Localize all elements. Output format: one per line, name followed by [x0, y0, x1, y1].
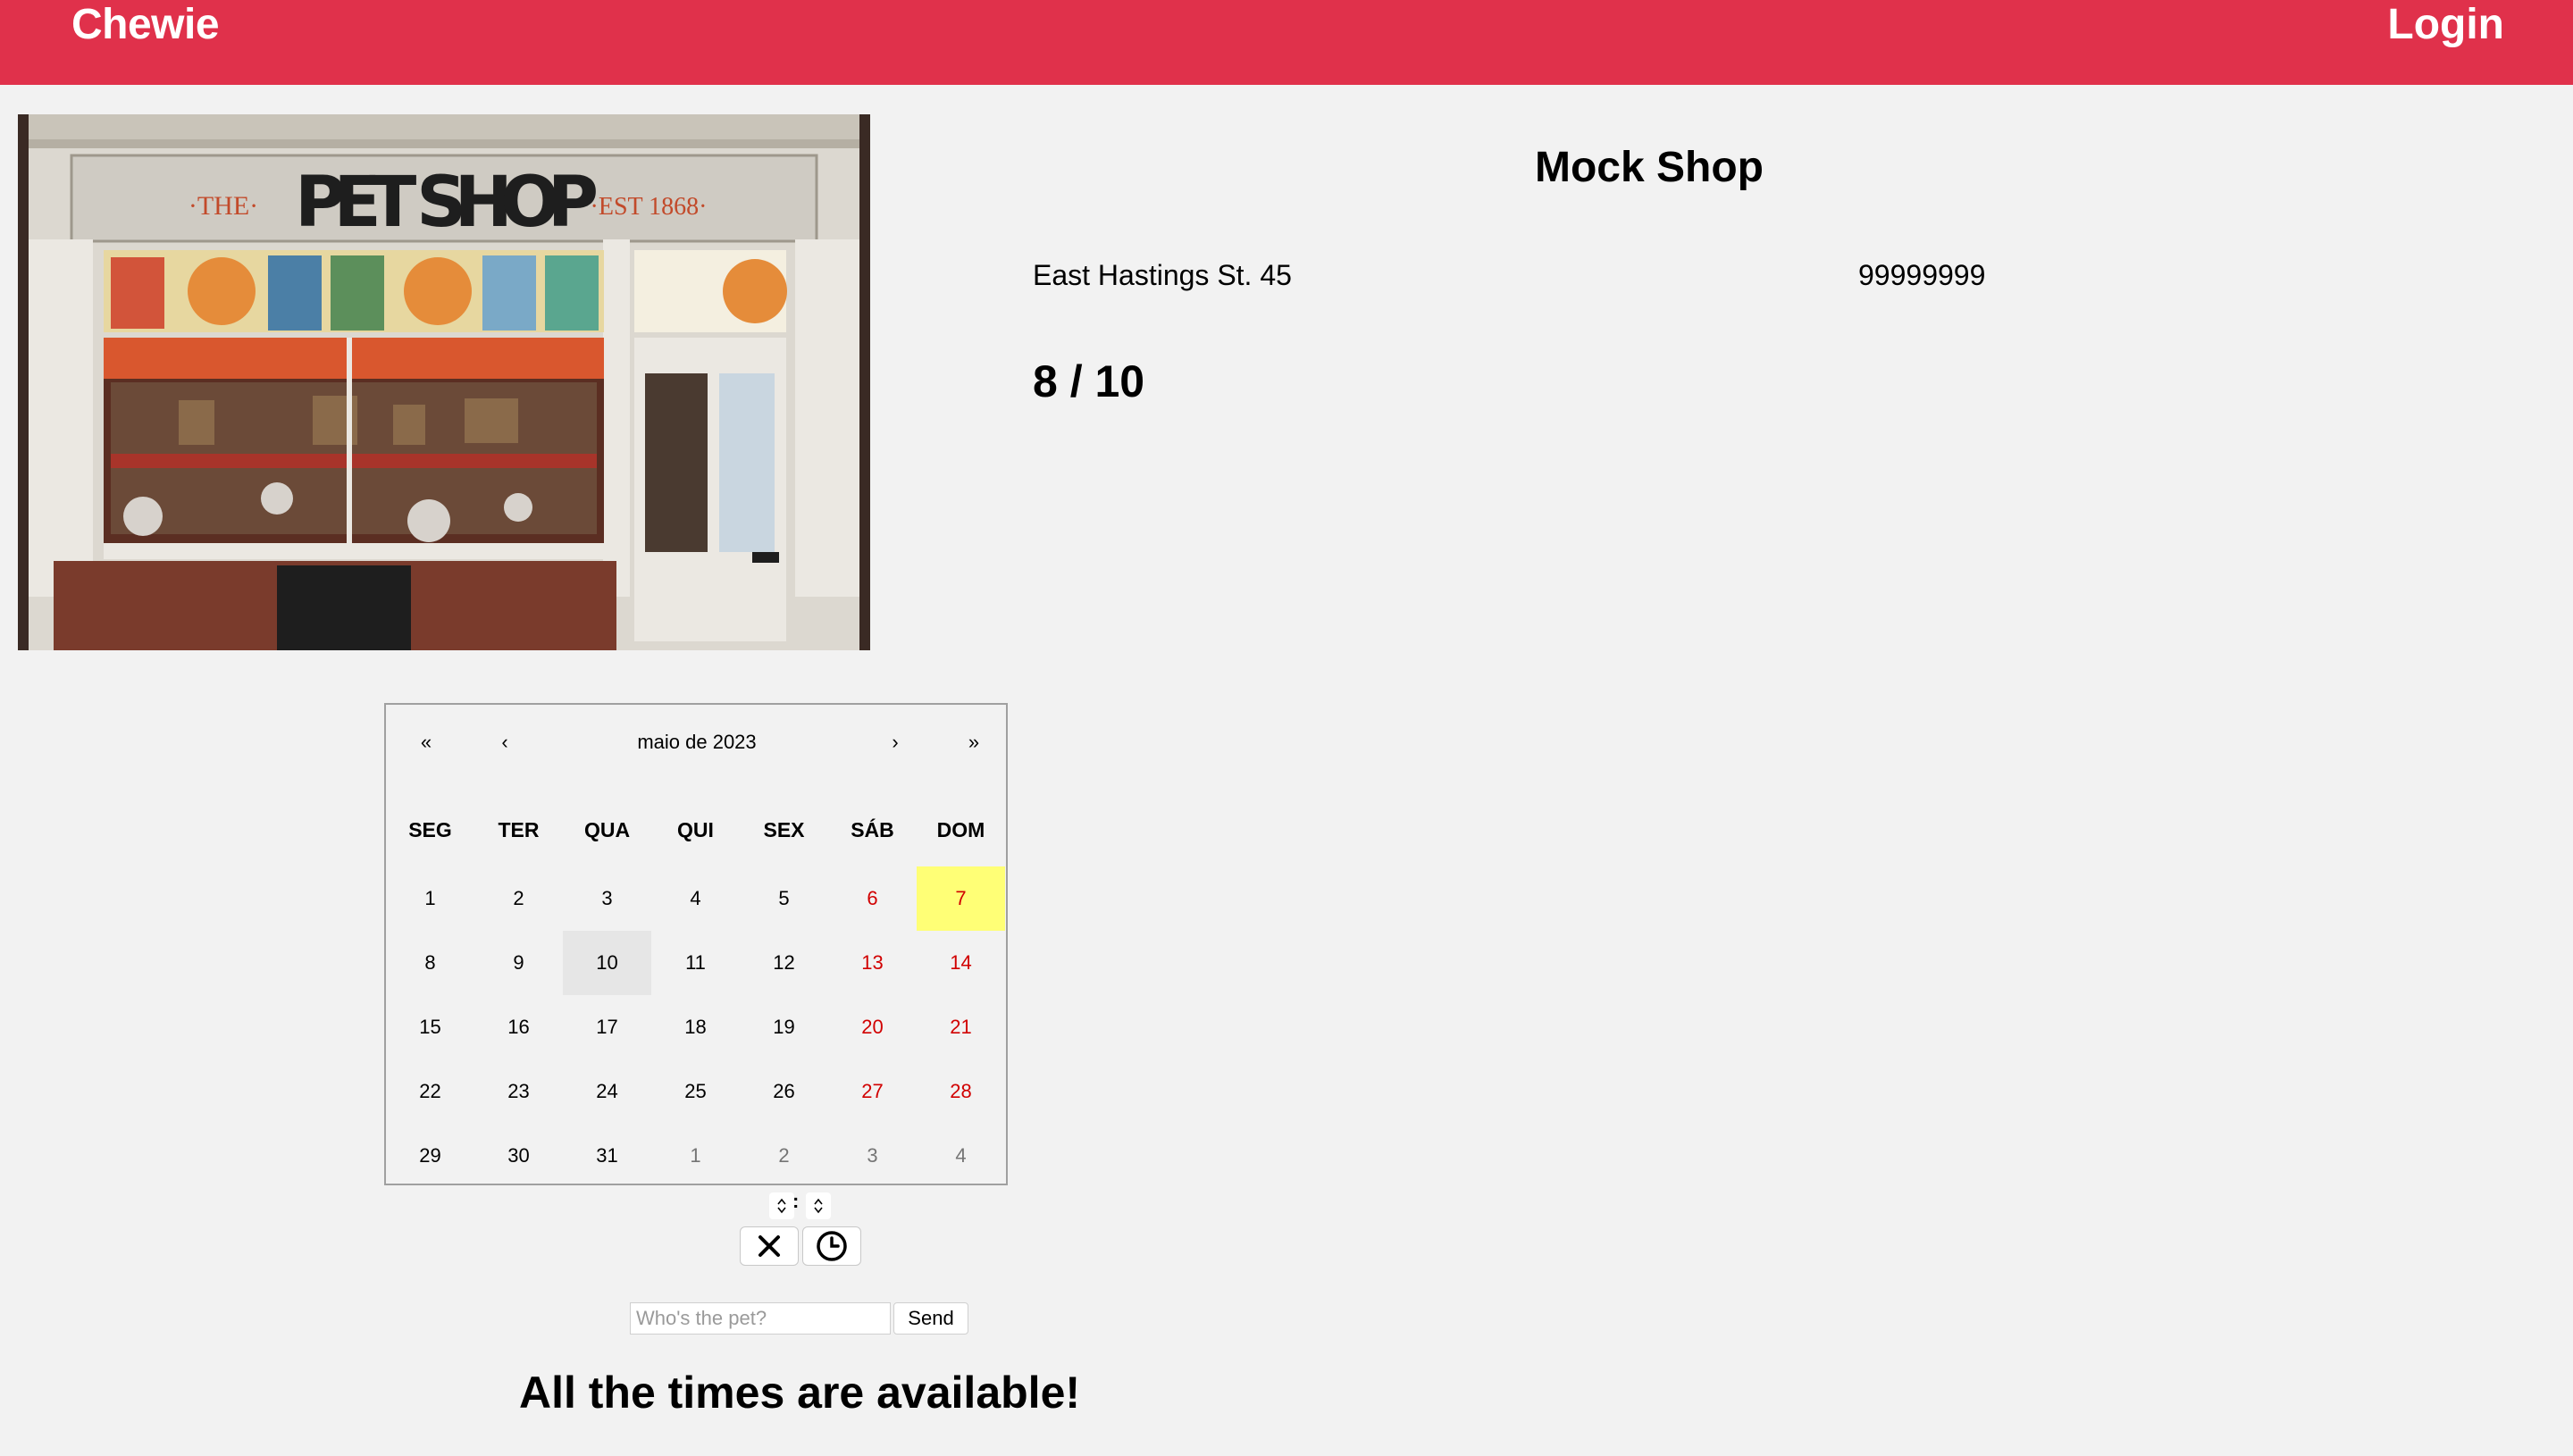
- calendar-day[interactable]: 2: [474, 866, 563, 931]
- calendar-day[interactable]: 21: [917, 995, 1005, 1059]
- calendar-day-next-month[interactable]: 2: [740, 1124, 828, 1188]
- calendar-day[interactable]: 18: [651, 995, 740, 1059]
- calendar-day[interactable]: 1: [386, 866, 474, 931]
- login-link[interactable]: Login: [2387, 0, 2504, 50]
- calendar-day[interactable]: 3: [563, 866, 651, 931]
- weekday-label: SEX: [763, 818, 805, 841]
- calendar-day-next-month[interactable]: 1: [651, 1124, 740, 1188]
- sign-prefix: ·THE·: [189, 191, 258, 221]
- calendar-day[interactable]: 30: [474, 1124, 563, 1188]
- shop-address: East Hastings St. 45: [1033, 259, 1292, 291]
- calendar-day[interactable]: 13: [828, 931, 917, 995]
- prev-year-button[interactable]: «: [404, 723, 448, 762]
- calendar-day-next-month[interactable]: 3: [828, 1124, 917, 1188]
- close-icon: [758, 1235, 780, 1257]
- calendar-day-selected[interactable]: 10: [563, 931, 651, 995]
- weekday-label: SÁB: [851, 818, 894, 841]
- weekday-header: SEG TER QUA QUI SEX SÁB DOM: [386, 812, 1006, 848]
- time-separator: :: [792, 1190, 800, 1212]
- spinner-arrows-icon: [777, 1198, 786, 1214]
- calendar-day[interactable]: 14: [917, 931, 1005, 995]
- calendar-day[interactable]: 24: [563, 1059, 651, 1124]
- next-year-button[interactable]: »: [951, 723, 996, 762]
- calendar-day[interactable]: 17: [563, 995, 651, 1059]
- pet-name-input[interactable]: [630, 1302, 891, 1335]
- calendar-day-next-month[interactable]: 4: [917, 1124, 1005, 1188]
- calendar-day[interactable]: 29: [386, 1124, 474, 1188]
- calendar-day[interactable]: 23: [474, 1059, 563, 1124]
- send-button[interactable]: Send: [893, 1302, 968, 1335]
- availability-message: All the times are available!: [518, 1368, 1081, 1418]
- sign-suffix: ·EST 1868·: [591, 193, 708, 221]
- prev-month-button[interactable]: ‹: [482, 723, 527, 762]
- calendar-day[interactable]: 22: [386, 1059, 474, 1124]
- calendar-day[interactable]: 20: [828, 995, 917, 1059]
- calendar-day[interactable]: 5: [740, 866, 828, 931]
- calendar-day[interactable]: 8: [386, 931, 474, 995]
- sign-title: PET SHOP: [295, 163, 599, 243]
- clear-time-button[interactable]: [740, 1226, 799, 1266]
- hour-spinner[interactable]: [769, 1192, 794, 1219]
- spinner-arrows-icon: [814, 1198, 823, 1214]
- calendar-day[interactable]: 11: [651, 931, 740, 995]
- calendar-day[interactable]: 4: [651, 866, 740, 931]
- calendar-month-title[interactable]: maio de 2023: [591, 723, 802, 762]
- calendar-day[interactable]: 25: [651, 1059, 740, 1124]
- weekday-label: TER: [498, 818, 540, 841]
- weekday-label: DOM: [936, 818, 985, 841]
- shop-photo: ·THE· PET SHOP ·EST 1868·: [18, 114, 870, 650]
- calendar-day[interactable]: 28: [917, 1059, 1005, 1124]
- calendar-day[interactable]: 31: [563, 1124, 651, 1188]
- calendar-day[interactable]: 19: [740, 995, 828, 1059]
- minute-spinner[interactable]: [806, 1192, 831, 1219]
- brand-logo-link[interactable]: Chewie: [71, 0, 220, 50]
- calendar-day[interactable]: 27: [828, 1059, 917, 1124]
- calendar-day[interactable]: 12: [740, 931, 828, 995]
- shop-phone: 99999999: [1858, 259, 1986, 291]
- open-clock-button[interactable]: [802, 1226, 861, 1266]
- calendar-day-today[interactable]: 7: [917, 866, 1005, 931]
- clock-icon: [817, 1231, 847, 1261]
- next-month-button[interactable]: ›: [873, 723, 918, 762]
- shop-name: Mock Shop: [1534, 144, 1764, 191]
- calendar-day[interactable]: 15: [386, 995, 474, 1059]
- weekday-label: QUI: [677, 818, 714, 841]
- date-calendar: « ‹ maio de 2023 › » SEG TER QUA QUI SEX…: [384, 703, 1008, 1185]
- calendar-day[interactable]: 9: [474, 931, 563, 995]
- calendar-day[interactable]: 6: [828, 866, 917, 931]
- shop-rating: 8 / 10: [1033, 356, 1145, 406]
- calendar-day[interactable]: 16: [474, 995, 563, 1059]
- top-navbar: Chewie Login: [0, 0, 2573, 85]
- weekday-label: SEG: [408, 818, 452, 841]
- weekday-label: QUA: [583, 818, 631, 841]
- calendar-day[interactable]: 26: [740, 1059, 828, 1124]
